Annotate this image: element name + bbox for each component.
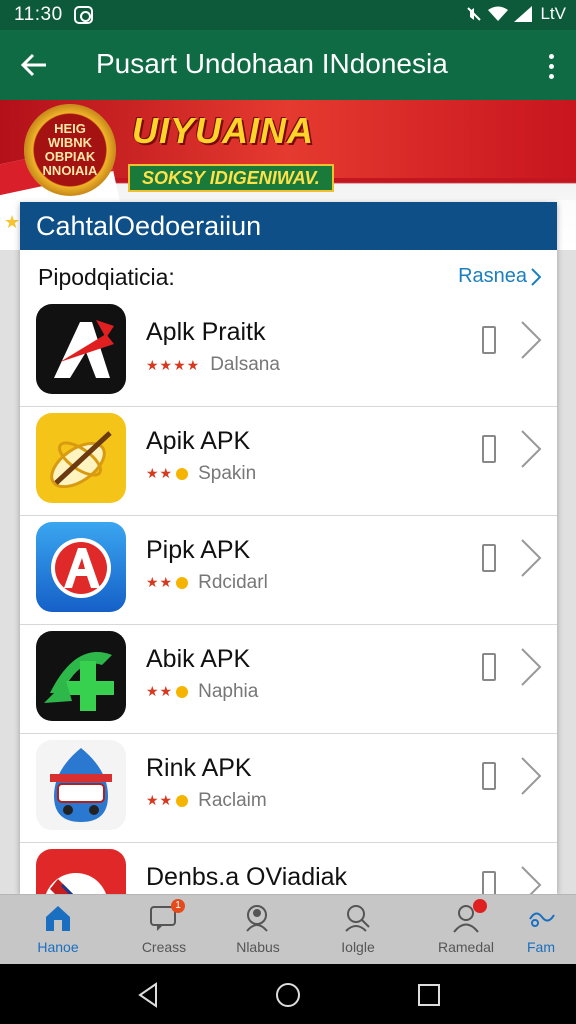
- chevron-right-icon: [531, 267, 541, 286]
- banner-title: UIYUAINA: [132, 110, 315, 151]
- bottom-navigation: Hanoe 1 Creass Nlabus Iolgle Ramedal Fam: [0, 894, 576, 964]
- install-button[interactable]: [482, 653, 496, 681]
- app-developer: Raclaim: [198, 790, 267, 811]
- notification-dot: [473, 899, 487, 913]
- nav-label: Nlabus: [236, 939, 280, 955]
- nav-label: Fam: [527, 939, 555, 955]
- app-blue-a-icon: [36, 522, 126, 612]
- status-time: 11:30: [14, 4, 63, 25]
- rating-stars: ★★★★: [146, 356, 201, 373]
- banner-subtitle: SOKSY IDIGENIWAV.: [128, 164, 334, 192]
- app-rating: ★★ Naphia: [146, 681, 258, 703]
- app-rating: ★★ Raclaim: [146, 790, 267, 812]
- nav-home[interactable]: Hanoe: [18, 895, 98, 965]
- app-name: Denbs.a OViadiak: [146, 863, 348, 891]
- section-title: Pipodqiaticia:: [38, 264, 175, 290]
- nav-profile[interactable]: Ramedal: [426, 895, 506, 965]
- rating-stars: ★★: [146, 683, 189, 701]
- chevron-right-icon[interactable]: [520, 756, 542, 796]
- list-item[interactable]: Apik APK ★★ Spakin: [20, 407, 557, 516]
- app-yellow-feather-icon: [36, 413, 126, 503]
- list-item[interactable]: Denbs.a OViadiak: [20, 843, 557, 894]
- app-name: Aplk Praitk: [146, 318, 266, 346]
- list-item[interactable]: Aplk Praitk ★★★★ Dalsana: [20, 298, 557, 407]
- promo-badge: HEIG WIBNK OBPIAK NNOIAIA: [24, 104, 116, 196]
- profile-icon: [451, 899, 487, 933]
- app-list-card: CahtalOedoeraiiun Pipodqiaticia: Rasnea …: [20, 202, 557, 894]
- mute-icon: [467, 7, 482, 21]
- nav-label: Ramedal: [437, 939, 495, 955]
- install-button[interactable]: [482, 326, 496, 354]
- app-name: Abik APK: [146, 645, 251, 673]
- app-bar: Pusart Undohaan INdonesia: [0, 30, 576, 100]
- rating-stars: ★★: [146, 574, 189, 592]
- more-vert-icon[interactable]: [536, 46, 566, 86]
- recents-square-icon[interactable]: [416, 982, 442, 1008]
- status-bar: 11:30 LtV: [0, 0, 576, 30]
- app-name: Rink APK: [146, 754, 252, 782]
- see-more-label: Rasnea: [458, 265, 527, 287]
- list-item[interactable]: Abik APK ★★ Naphia: [20, 625, 557, 734]
- see-more-link[interactable]: Rasnea: [458, 265, 541, 288]
- nav-search-people[interactable]: Nlabus: [218, 895, 298, 965]
- app-name: Pipk APK: [146, 536, 251, 564]
- install-button[interactable]: [482, 871, 496, 894]
- chevron-right-icon[interactable]: [520, 647, 542, 687]
- person-search-icon: [246, 905, 268, 932]
- nav-label: Hanoe: [37, 939, 79, 955]
- app-rating: ★★ Rdcidarl: [146, 572, 268, 594]
- app-blue-car-icon: [36, 740, 126, 830]
- install-button[interactable]: [482, 762, 496, 790]
- signal-icon: [514, 6, 533, 22]
- status-icons: LtV: [466, 4, 566, 24]
- app-name: Apik APK: [146, 427, 251, 455]
- install-button[interactable]: [482, 435, 496, 463]
- notification-badge: 1: [171, 899, 185, 913]
- badge-text: HEIG WIBNK OBPIAK NNOIAIA: [42, 121, 98, 178]
- home-icon: [46, 906, 70, 931]
- people-icon: [345, 905, 370, 932]
- app-green-arrow-icon: [36, 631, 126, 721]
- wifi-icon: [488, 6, 509, 21]
- nav-label: Iolgle: [341, 939, 375, 955]
- nav-chat[interactable]: 1 Creass: [124, 895, 204, 965]
- home-circle-icon[interactable]: [275, 982, 301, 1008]
- rating-stars: ★★: [146, 792, 189, 810]
- app-developer: Spakin: [198, 463, 257, 484]
- nav-people[interactable]: Iolgle: [318, 895, 398, 965]
- back-triangle-icon[interactable]: [136, 982, 162, 1008]
- star-icon: ★: [4, 212, 21, 232]
- nav-label: Creass: [141, 939, 187, 955]
- app-developer: Rdcidarl: [198, 572, 268, 593]
- list-item[interactable]: Rink APK ★★ Raclaim: [20, 734, 557, 843]
- app-developer: Naphia: [198, 681, 259, 702]
- back-button[interactable]: [12, 43, 56, 87]
- chevron-right-icon[interactable]: [520, 865, 542, 894]
- status-right-text: LtV: [540, 4, 566, 23]
- chevron-right-icon[interactable]: [520, 538, 542, 578]
- arrow-left-icon: [20, 53, 46, 77]
- chevron-right-icon[interactable]: [520, 320, 542, 360]
- app-a-black-icon: [36, 304, 126, 394]
- app-title: Pusart Undohaan INdonesia: [96, 48, 448, 79]
- app-rating: ★★ Spakin: [146, 463, 256, 485]
- app-list: Aplk Praitk ★★★★ Dalsana Apik APK ★★ Spa…: [20, 298, 557, 894]
- rating-stars: ★★: [146, 465, 189, 483]
- app-rating: ★★★★ Dalsana: [146, 354, 280, 376]
- system-navigation-bar: [0, 964, 576, 1024]
- app-developer: Dalsana: [210, 354, 280, 375]
- chevron-right-icon[interactable]: [520, 429, 542, 469]
- install-button[interactable]: [482, 544, 496, 572]
- chat-icon: 1: [149, 899, 185, 933]
- card-header: CahtalOedoeraiiun: [20, 202, 557, 250]
- list-item[interactable]: Pipk APK ★★ Rdcidarl: [20, 516, 557, 625]
- app-red-pen-icon: [36, 849, 126, 894]
- share-icon: [529, 912, 555, 927]
- nav-share[interactable]: Fam: [506, 895, 576, 965]
- notification-icon: [74, 6, 93, 24]
